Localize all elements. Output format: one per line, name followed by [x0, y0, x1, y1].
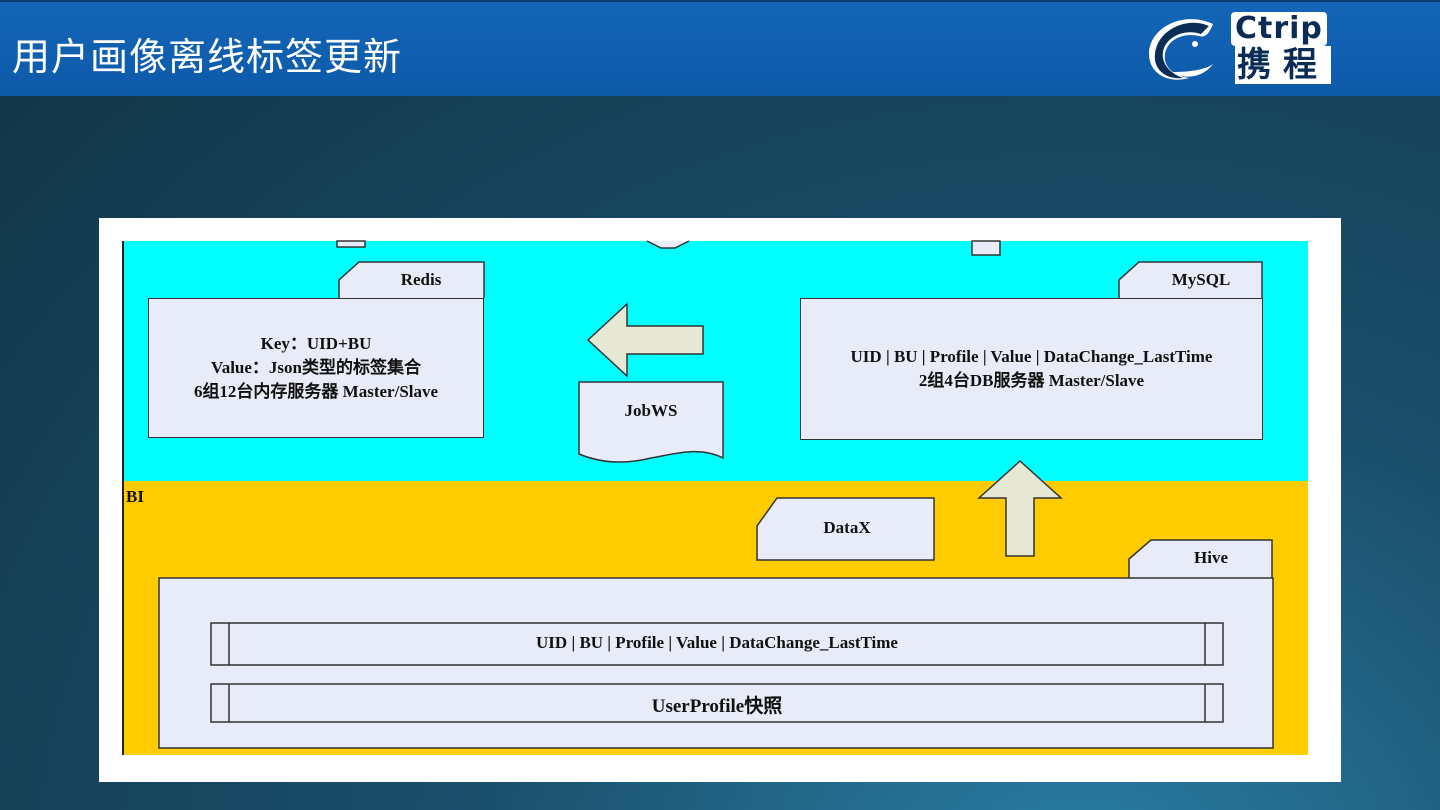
- redis-tab-label: Redis: [400, 270, 442, 289]
- redis-servers-text: 6组12台内存服务器 Master/Slave: [193, 382, 439, 401]
- mysql-box: UID | BU | Profile | Value | DataChange_…: [800, 298, 1263, 440]
- hive-row-1-label: UID | BU | Profile | Value | DataChange_…: [536, 633, 898, 652]
- jobws-label: JobWS: [624, 401, 678, 420]
- mysql-tab-label: MySQL: [1171, 270, 1231, 289]
- logo-text-cn: 携程: [1235, 45, 1331, 85]
- redis-value-text: Value：Json类型的标签集合: [210, 358, 421, 377]
- redis-box: Key：UID+BU Value：Json类型的标签集合 6组12台内存服务器 …: [148, 298, 484, 438]
- page-title: 用户画像离线标签更新: [12, 35, 403, 79]
- cutoff-shape-middle: [646, 240, 690, 249]
- datax-label: DataX: [823, 518, 871, 537]
- left-arrow-shape: [586, 302, 704, 378]
- up-arrow-shape: [977, 459, 1063, 557]
- ctrip-logo: Ctrip 携程: [1143, 12, 1369, 85]
- cutoff-shape-left: [336, 240, 366, 248]
- hive-row-2-label: UserProfile快照: [651, 696, 783, 717]
- mysql-servers-text: 2组4台DB服务器 Master/Slave: [918, 371, 1145, 390]
- logo-text-en: Ctrip: [1231, 12, 1327, 46]
- jobws-shape: [578, 381, 724, 463]
- dolphin-logo-icon: [1149, 19, 1213, 80]
- hive-tab-label: Hive: [1194, 548, 1228, 567]
- cutoff-shape-right: [971, 240, 1001, 256]
- header-bar: 用户画像离线标签更新 Ctrip 携程: [0, 0, 1440, 96]
- diagram-panel: BI Redis Key：UID+BU Value：Json类型的标签集合 6组…: [99, 218, 1341, 782]
- mysql-schema-text: UID | BU | Profile | Value | DataChange_…: [850, 347, 1213, 366]
- redis-key-text: Key：UID+BU: [260, 334, 372, 353]
